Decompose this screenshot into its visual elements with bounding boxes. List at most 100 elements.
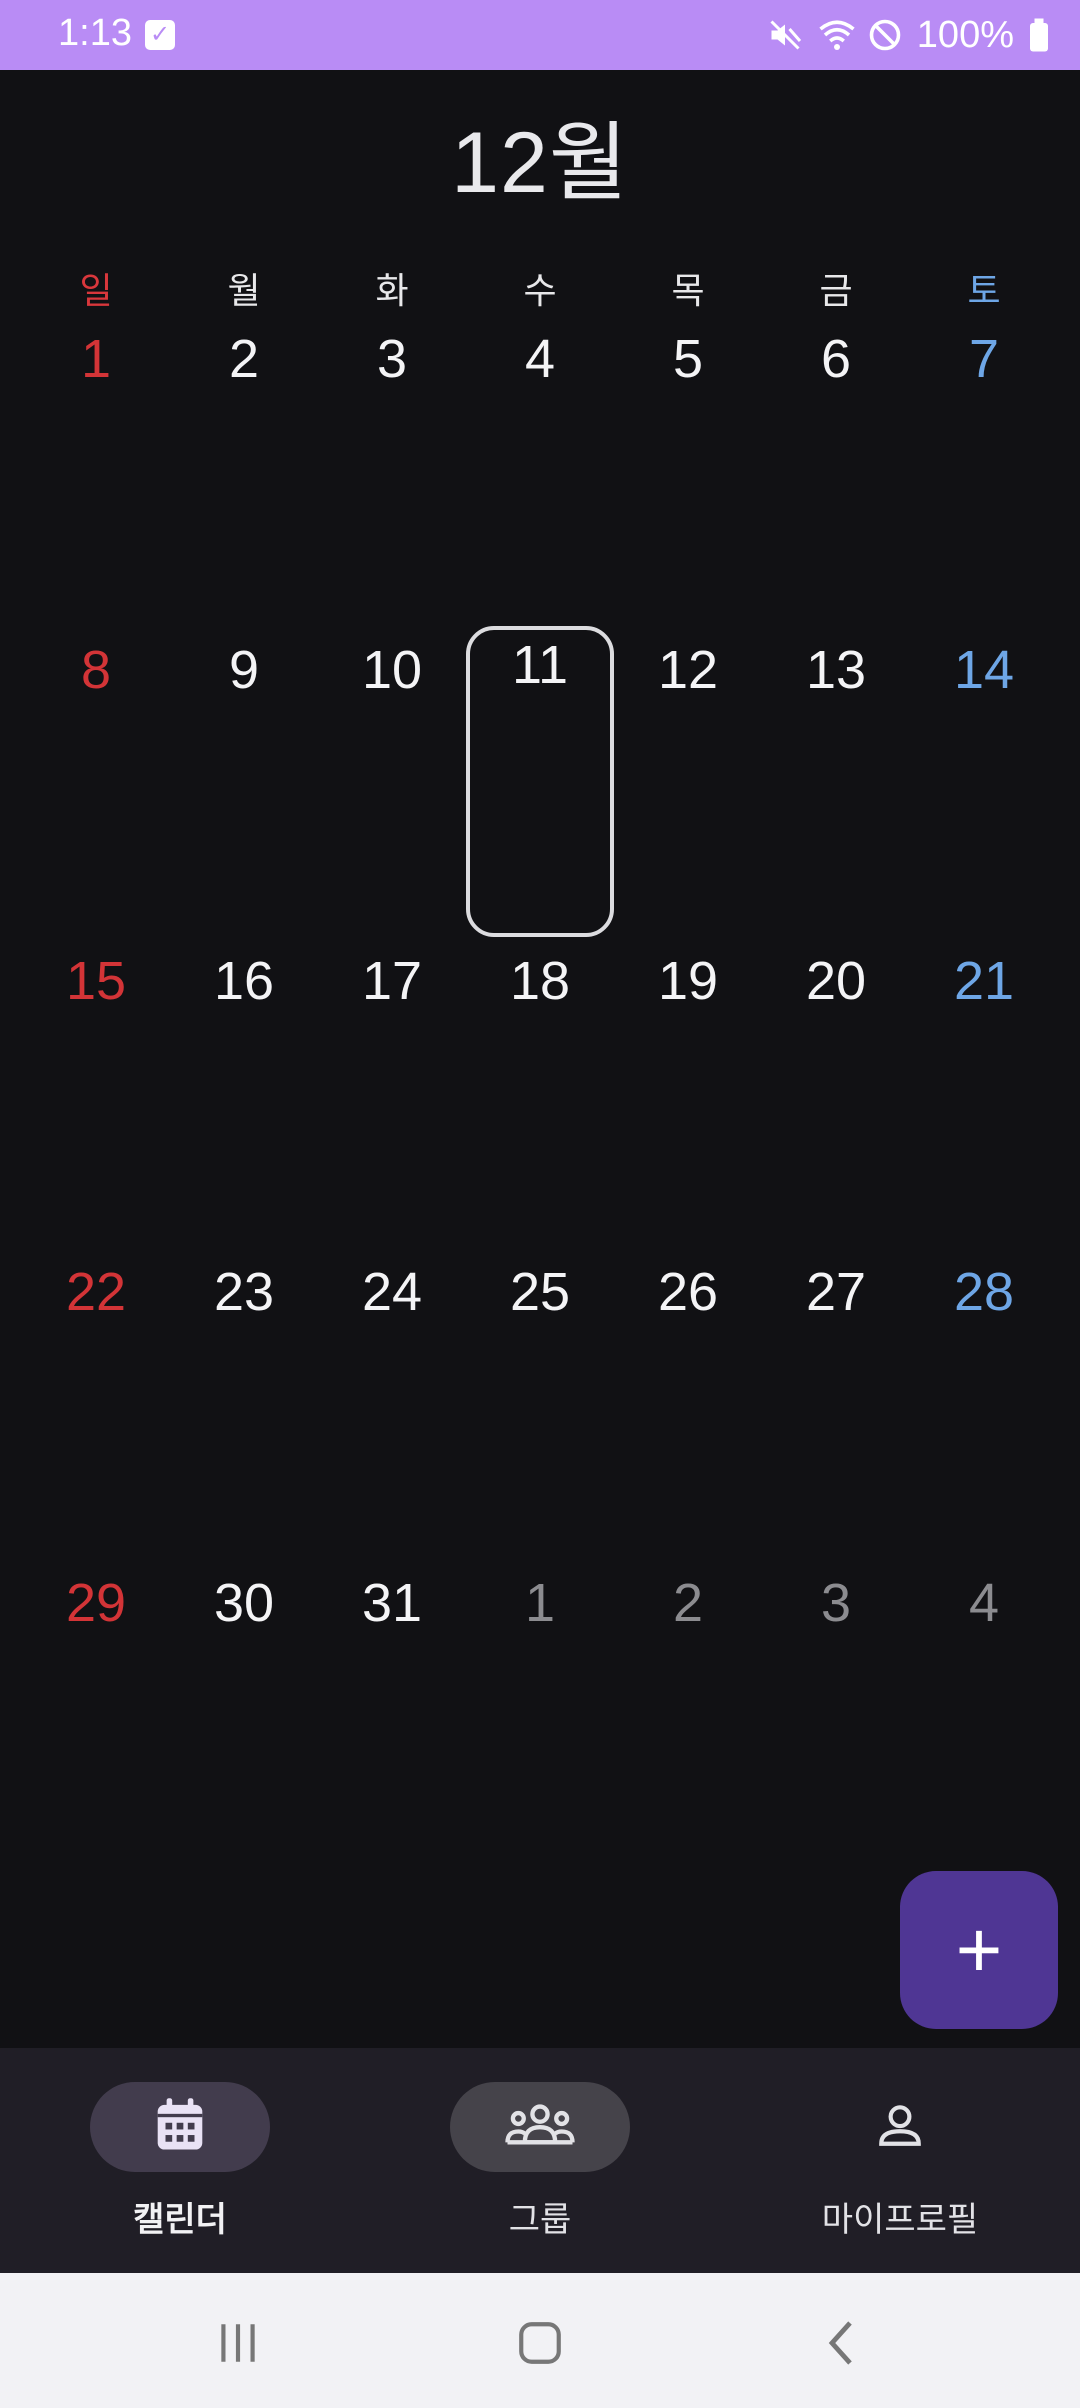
home-icon[interactable] <box>500 2303 580 2383</box>
wifi-icon <box>817 17 855 53</box>
day-number: 27 <box>805 1262 867 1322</box>
day-number: 2 <box>672 1573 704 1633</box>
status-time: 1:13 <box>58 12 132 54</box>
day-number: 22 <box>65 1262 127 1322</box>
weekday-label: 일 <box>79 270 113 311</box>
calendar-day[interactable]: 16 <box>170 942 318 1253</box>
calendar-day[interactable]: 8 <box>22 631 170 942</box>
calendar-day[interactable]: 1 <box>22 320 170 631</box>
calendar-day[interactable]: 4 <box>466 320 614 631</box>
day-number: 9 <box>228 640 260 700</box>
day-number: 13 <box>805 640 867 700</box>
day-number: 10 <box>361 640 423 700</box>
day-number: 4 <box>524 329 556 389</box>
day-number: 28 <box>953 1262 1015 1322</box>
nav-label: 그룹 <box>508 2201 572 2239</box>
calendar-day[interactable]: 29 <box>22 1564 170 1875</box>
nav-pill <box>450 2082 630 2172</box>
calendar-day[interactable]: 23 <box>170 1253 318 1564</box>
weekday-header: 일 월 화 수 목 금 토 <box>0 262 1080 312</box>
weekday-label: 금 <box>819 270 853 311</box>
month-title: 12월 <box>451 115 629 211</box>
weekday-label: 월 <box>227 270 261 311</box>
nav-pill <box>810 2082 990 2172</box>
group-icon <box>505 2099 575 2156</box>
calendar-day[interactable]: 17 <box>318 942 466 1253</box>
calendar-day[interactable]: 5 <box>614 320 762 631</box>
calendar-day[interactable]: 2 <box>170 320 318 631</box>
calendar-day[interactable]: 12 <box>614 631 762 942</box>
day-number: 26 <box>657 1262 719 1322</box>
weekday-label: 수 <box>523 270 557 311</box>
profile-icon <box>875 2100 925 2155</box>
check-notification-icon: ✓ <box>145 20 175 50</box>
calendar-day[interactable]: 20 <box>762 942 910 1253</box>
nav-item-profile[interactable]: 마이프로필 <box>750 2082 1050 2252</box>
calendar-day[interactable]: 10 <box>318 631 466 942</box>
day-number: 25 <box>509 1262 571 1322</box>
calendar-day-next-month[interactable]: 2 <box>614 1564 762 1875</box>
weekday-label: 토 <box>967 270 1001 311</box>
calendar-day[interactable]: 22 <box>22 1253 170 1564</box>
day-number: 21 <box>953 951 1015 1011</box>
day-number: 8 <box>80 640 112 700</box>
day-number: 17 <box>361 951 423 1011</box>
day-number: 24 <box>361 1262 423 1322</box>
calendar-day[interactable]: 18 <box>466 942 614 1253</box>
day-number: 18 <box>509 951 571 1011</box>
day-number: 1 <box>80 329 112 389</box>
day-number: 29 <box>65 1573 127 1633</box>
status-bar: 1:13 ✓ 100% <box>0 0 1080 70</box>
calendar-day[interactable]: 9 <box>170 631 318 942</box>
plus-icon: + <box>955 1905 1003 1994</box>
calendar-day-next-month[interactable]: 4 <box>910 1564 1058 1875</box>
back-icon[interactable] <box>802 2303 882 2383</box>
calendar-day[interactable]: 6 <box>762 320 910 631</box>
day-number: 5 <box>672 329 704 389</box>
day-number: 7 <box>968 329 1000 389</box>
day-number: 16 <box>213 951 275 1011</box>
calendar-day[interactable]: 13 <box>762 631 910 942</box>
battery-icon <box>1028 17 1050 53</box>
day-number: 3 <box>820 1573 852 1633</box>
calendar-day-today[interactable]: 11 <box>466 626 614 937</box>
weekday-label: 화 <box>375 270 409 311</box>
calendar-day[interactable]: 7 <box>910 320 1058 631</box>
calendar-grid: 1 2 3 4 5 6 7 8 9 10 11 12 13 14 15 16 1… <box>0 320 1080 1870</box>
recent-apps-icon[interactable] <box>198 2303 278 2383</box>
system-navigation-bar <box>0 2273 1080 2408</box>
battery-percentage: 100% <box>916 13 1014 56</box>
calendar-day[interactable]: 19 <box>614 942 762 1253</box>
add-event-button[interactable]: + <box>900 1871 1058 2029</box>
calendar-day[interactable]: 25 <box>466 1253 614 1564</box>
bottom-navigation: 캘린더 그룹 마이프로필 <box>0 2048 1080 2273</box>
nav-label: 마이프로필 <box>821 2201 979 2239</box>
day-number: 6 <box>820 329 852 389</box>
nav-item-group[interactable]: 그룹 <box>390 2082 690 2252</box>
calendar-day[interactable]: 24 <box>318 1253 466 1564</box>
calendar-day-next-month[interactable]: 1 <box>466 1564 614 1875</box>
day-number: 2 <box>228 329 260 389</box>
calendar-day[interactable]: 14 <box>910 631 1058 942</box>
calendar-day[interactable]: 30 <box>170 1564 318 1875</box>
day-number: 14 <box>953 640 1015 700</box>
calendar-day[interactable]: 21 <box>910 942 1058 1253</box>
day-number: 4 <box>968 1573 1000 1633</box>
day-number: 30 <box>213 1573 275 1633</box>
day-number: 15 <box>65 951 127 1011</box>
calendar-day[interactable]: 3 <box>318 320 466 631</box>
day-number: 19 <box>657 951 719 1011</box>
calendar-day[interactable]: 28 <box>910 1253 1058 1564</box>
day-number: 31 <box>361 1573 423 1633</box>
calendar-day[interactable]: 26 <box>614 1253 762 1564</box>
calendar-day[interactable]: 15 <box>22 942 170 1253</box>
status-icons: 100% <box>767 10 1050 60</box>
day-number: 11 <box>511 635 569 695</box>
calendar-day[interactable]: 31 <box>318 1564 466 1875</box>
calendar-icon <box>153 2096 207 2159</box>
calendar-day-next-month[interactable]: 3 <box>762 1564 910 1875</box>
nav-item-calendar[interactable]: 캘린더 <box>30 2082 330 2252</box>
calendar-day[interactable]: 27 <box>762 1253 910 1564</box>
mute-icon <box>767 17 803 53</box>
do-not-disturb-icon <box>867 17 903 53</box>
